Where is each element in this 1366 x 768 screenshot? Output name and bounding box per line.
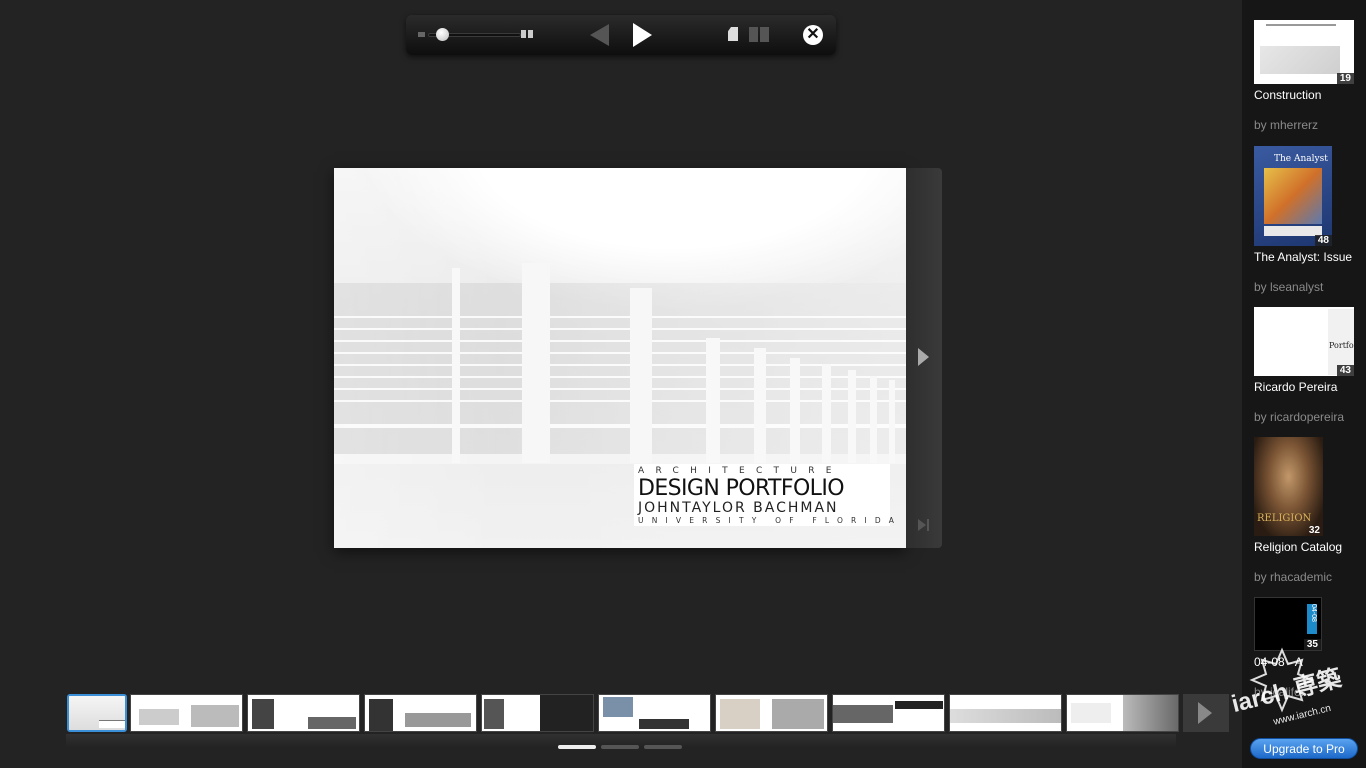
cover-school: UNIVERSITY OF FLORIDA (638, 516, 903, 525)
next-page-arrow-icon[interactable] (918, 348, 929, 366)
document-page[interactable]: ARCHITECTURE DESIGN PORTFOLIO JOHNTAYLOR… (334, 168, 906, 548)
thumbnail-page-8-9[interactable] (481, 694, 594, 732)
thumbnail-page-6-7[interactable] (364, 694, 477, 732)
recommendation-cover[interactable]: The Analyst 48 (1254, 146, 1332, 246)
recommendation-author[interactable]: by mherrerz (1254, 118, 1354, 132)
recommendation-author[interactable]: by icalifo... (1254, 685, 1322, 699)
play-button[interactable] (633, 23, 652, 47)
recommendation-cover[interactable]: RELIGION 32 (1254, 437, 1323, 536)
thumbnail-page-10-11[interactable] (598, 694, 711, 732)
pager-dot-3[interactable] (644, 745, 682, 749)
recommendation-author[interactable]: by lseanalyst (1254, 280, 1352, 294)
page-count-badge: 43 (1336, 365, 1354, 376)
recommendation-item[interactable]: 19 Construction by mherrerz (1254, 20, 1354, 132)
cover-title: DESIGN PORTFOLIO (638, 476, 845, 501)
zoom-slider-knob[interactable] (436, 28, 449, 41)
thumbnail-page-14-15[interactable] (832, 694, 945, 732)
single-page-view-icon[interactable] (728, 27, 738, 41)
recommendation-title[interactable]: Ricardo Pereira (1254, 380, 1354, 394)
cover-heading: The Analyst (1274, 154, 1328, 164)
zoom-out-icon[interactable] (418, 32, 425, 37)
page-count-badge: 48 (1314, 235, 1332, 246)
recommendation-cover[interactable]: 19 (1254, 20, 1354, 84)
last-page-icon[interactable] (918, 519, 930, 531)
upgrade-to-pro-button[interactable]: Upgrade to Pro (1250, 738, 1358, 759)
thumbnail-page-16-17[interactable] (949, 694, 1062, 732)
thumbnail-page-1[interactable] (67, 694, 127, 732)
recommendations-sidebar: 19 Construction by mherrerz The Analyst … (1242, 0, 1366, 768)
page-side-panel (906, 168, 942, 548)
cover-heading: 04-08 (1307, 604, 1317, 634)
viewer-toolbar: ✕ (406, 15, 836, 55)
recommendation-item[interactable]: Portfolio 43 Ricardo Pereira by ricardop… (1254, 307, 1354, 424)
recommendation-cover[interactable]: Portfolio 43 (1254, 307, 1354, 376)
page-count-badge: 19 (1336, 73, 1354, 84)
previous-page-button[interactable] (590, 24, 609, 46)
thumbnail-pager (558, 745, 688, 750)
recommendation-item[interactable]: The Analyst 48 The Analyst: Issue by lse… (1254, 146, 1352, 294)
thumbnail-next-button[interactable] (1183, 694, 1229, 732)
pager-dot-2[interactable] (601, 745, 639, 749)
cover-author: JOHNTAYLOR BACHMAN (638, 500, 839, 516)
recommendation-title[interactable]: Religion Catalog (1254, 540, 1342, 554)
thumbnail-strip (66, 692, 1232, 734)
recommendation-author[interactable]: by ricardopereira (1254, 410, 1354, 424)
recommendation-item[interactable]: RELIGION 32 Religion Catalog by rhacadem… (1254, 437, 1342, 584)
recommendation-cover[interactable]: 04-08 35 (1254, 597, 1322, 651)
page-count-badge: 35 (1303, 639, 1321, 650)
thumbnail-page-12-13[interactable] (715, 694, 828, 732)
two-page-view-icon[interactable] (749, 27, 769, 42)
recommendation-title[interactable]: The Analyst: Issue (1254, 250, 1352, 264)
recommendation-author[interactable]: by rhacademic (1254, 570, 1342, 584)
pager-dot-1[interactable] (558, 745, 596, 749)
thumbnail-page-18-19[interactable] (1066, 694, 1179, 732)
recommendation-title[interactable]: 04-08 - A (1254, 655, 1322, 669)
recommendation-item[interactable]: 04-08 35 04-08 - A by icalifo... (1254, 597, 1322, 699)
page-count-badge: 32 (1308, 525, 1320, 536)
close-button[interactable]: ✕ (803, 25, 823, 45)
cover-title-block: ARCHITECTURE DESIGN PORTFOLIO JOHNTAYLOR… (634, 464, 903, 526)
recommendation-title[interactable]: Construction (1254, 88, 1354, 102)
cover-heading: RELIGION (1257, 513, 1312, 524)
cover-heading: Portfolio (1329, 341, 1354, 350)
thumbnail-page-4-5[interactable] (247, 694, 360, 732)
thumbnail-page-2-3[interactable] (130, 694, 243, 732)
viewer-app: ✕ ARCHITECTURE DESIGN PORTFOLIO JOHNTAYL… (0, 0, 1366, 768)
zoom-in-icon[interactable] (521, 30, 534, 39)
